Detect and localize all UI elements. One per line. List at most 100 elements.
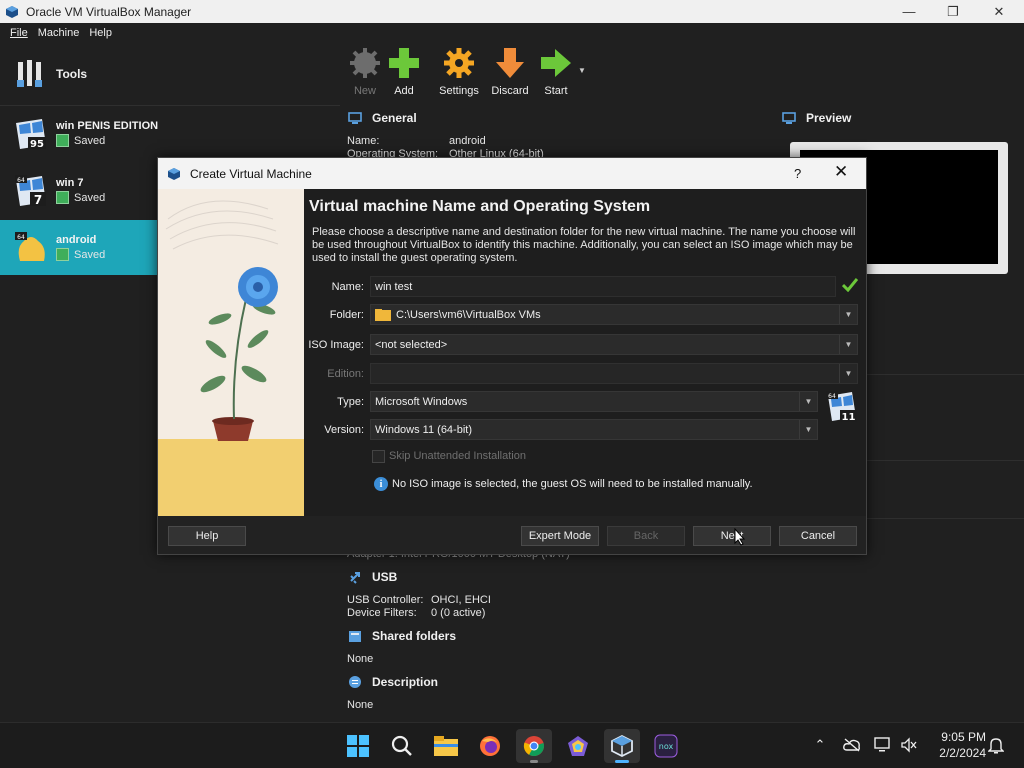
vm-state-label: Saved (74, 248, 106, 261)
tray-network-off-icon[interactable] (842, 735, 862, 755)
usb-section-title: USB (348, 570, 397, 584)
description-title: Description (372, 675, 439, 689)
usb-icon (350, 572, 360, 584)
chevron-down-icon[interactable]: ▼ (799, 420, 817, 439)
chevron-down-icon[interactable]: ▼ (839, 305, 857, 324)
tray-display-icon[interactable] (873, 735, 893, 755)
windows-7-os-icon: 64 7 (15, 174, 46, 207)
general-name-value: android (449, 135, 486, 147)
preview-title: Preview (806, 111, 852, 125)
usb-controller-key: USB Controller: (347, 594, 424, 606)
maximize-button[interactable]: ❐ (930, 0, 976, 23)
next-button[interactable]: Next (693, 526, 771, 546)
speaker-muted-icon (901, 737, 917, 753)
start-button[interactable]: Start (531, 46, 581, 97)
skip-unattended-checkbox[interactable] (372, 450, 385, 463)
wizard-heading: Virtual machine Name and Operating Syste… (309, 198, 651, 215)
expert-mode-label: Expert Mode (528, 530, 592, 542)
clock-time: 9:05 PM (941, 730, 986, 744)
svg-text:64: 64 (17, 177, 25, 184)
info-icon: i (374, 477, 388, 491)
menu-help[interactable]: Help (89, 27, 112, 39)
iso-info-text: No ISO image is selected, the guest OS w… (392, 478, 753, 490)
taskbar-clock[interactable]: 9:05 PM 2/2/2024 (920, 729, 986, 761)
preview-section-title: Preview (782, 111, 851, 125)
back-button-label: Back (633, 530, 659, 542)
main-toolbar: New Add Settings Discard Start ▼ (340, 42, 1024, 106)
cancel-button[interactable]: Cancel (779, 526, 857, 546)
active-app-indicator (615, 760, 629, 763)
iso-image-combo[interactable]: <not selected> ▼ (370, 334, 858, 355)
vm-name: win PENIS EDITION (56, 120, 159, 132)
folder-icon (375, 308, 391, 321)
general-section-title: General (348, 111, 417, 125)
skip-unattended-label: Skip Unattended Installation (389, 450, 526, 462)
os-badge-11: 11 (842, 412, 856, 423)
tray-volume-muted-icon[interactable] (899, 735, 919, 755)
add-label: Add (394, 85, 414, 97)
tools-icon (17, 59, 42, 87)
menu-file-label: File (10, 26, 28, 39)
search-icon (391, 735, 412, 756)
virtualbox-icon (611, 735, 633, 757)
cloud-crossed-icon (843, 738, 860, 752)
edition-combo[interactable]: ▼ (370, 363, 858, 384)
folder-value: C:\Users\vm6\VirtualBox VMs (396, 308, 541, 321)
taskbar-chrome[interactable] (516, 729, 552, 763)
dialog-help-icon[interactable]: ? (794, 166, 801, 181)
monitor-icon (782, 112, 796, 124)
speech-bubble-icon (349, 676, 361, 688)
taskbar-nox[interactable]: nox (648, 729, 684, 763)
type-label: Type: (337, 396, 364, 408)
folder-combo[interactable]: C:\Users\vm6\VirtualBox VMs ▼ (370, 304, 858, 325)
vm-name-input[interactable]: win test (370, 276, 836, 297)
taskbar-search-button[interactable] (384, 729, 420, 763)
close-window-button[interactable]: ✕ (976, 0, 1022, 23)
expert-mode-button[interactable]: Expert Mode (521, 526, 599, 546)
help-button[interactable]: Help (168, 526, 246, 546)
version-value: Windows 11 (64-bit) (375, 423, 472, 436)
version-combo[interactable]: Windows 11 (64-bit) ▼ (370, 419, 818, 440)
start-menu-button[interactable] (340, 729, 376, 763)
add-plus-icon (389, 48, 419, 78)
menu-file[interactable]: File (10, 27, 28, 39)
menu-help-label: Help (89, 26, 112, 39)
vm-item-win-penis-edition[interactable]: 95 win PENIS EDITION Saved (0, 106, 340, 161)
chevron-down-icon[interactable]: ▼ (839, 335, 857, 354)
show-hidden-icons-chevron-up-icon[interactable]: ⌃ (810, 735, 830, 755)
discard-button[interactable]: Discard (485, 46, 535, 97)
taskbar: nox ⌃ 9:05 PM 2/2/2024 (0, 722, 1024, 768)
dialog-titlebar: Create Virtual Machine ? ✕ (158, 158, 866, 189)
usb-title: USB (372, 570, 398, 584)
vm-name: win 7 (56, 177, 84, 189)
dialog-title: Create Virtual Machine (190, 166, 312, 181)
name-label: Name: (331, 281, 364, 293)
taskbar-app[interactable] (560, 729, 596, 763)
taskbar-firefox[interactable] (472, 729, 508, 763)
menu-machine[interactable]: Machine (38, 27, 80, 39)
back-button[interactable]: Back (607, 526, 685, 546)
tools-item[interactable]: Tools (0, 42, 340, 106)
vm-state-label: Saved (74, 191, 106, 204)
vm-name: android (56, 234, 97, 246)
start-dropdown-chevron-icon[interactable]: ▼ (578, 66, 586, 75)
shared-folders-section-title: Shared folders (348, 629, 456, 643)
settings-button[interactable]: Settings (434, 46, 484, 97)
folder-label: Folder: (329, 309, 364, 321)
vm-name-value: win test (375, 280, 413, 293)
virtualbox-dialog-icon (168, 167, 180, 180)
minimize-button[interactable]: — (886, 0, 932, 23)
taskbar-file-explorer[interactable] (428, 729, 464, 763)
dialog-close-icon[interactable]: ✕ (834, 162, 848, 182)
settings-label: Settings (439, 85, 479, 97)
chevron-down-icon[interactable]: ▼ (799, 392, 817, 411)
add-button[interactable]: Add (379, 46, 429, 97)
create-vm-dialog: Create Virtual Machine ? ✕ Virtual machi… (157, 157, 867, 555)
type-combo[interactable]: Microsoft Windows ▼ (370, 391, 818, 412)
taskbar-virtualbox[interactable] (604, 729, 640, 763)
vm-state: Saved (56, 248, 105, 261)
tray-notifications-icon[interactable] (986, 735, 1006, 755)
menubar: File Machine Help (0, 23, 1024, 42)
general-name-key: Name: (347, 135, 380, 147)
tools-label: Tools (56, 66, 88, 81)
